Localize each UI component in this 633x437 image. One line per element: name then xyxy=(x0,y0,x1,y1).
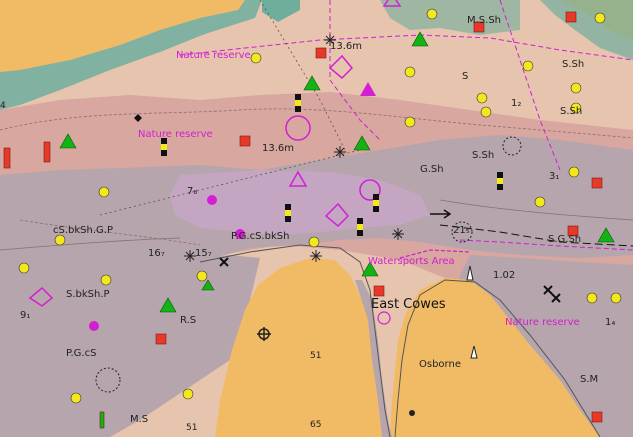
seabed-label: S.Sh xyxy=(472,150,495,161)
seabed-label: M.S.Sh xyxy=(467,15,502,26)
locality-label: Osborne xyxy=(419,359,461,370)
red-buoy-icon[interactable] xyxy=(239,135,251,147)
depth-label: 13.6m xyxy=(330,41,363,52)
height-label: 51 xyxy=(310,351,322,361)
yellow-buoy-icon[interactable] xyxy=(476,92,488,104)
seabed-label: S.Sh xyxy=(560,106,583,117)
seabed-label: cS.bkSh.G.P xyxy=(53,225,113,236)
height-label: 51 xyxy=(186,423,198,433)
yellow-buoy-icon[interactable] xyxy=(308,236,320,248)
seabed-label: P.G.cS.bkSh xyxy=(231,231,290,242)
depth-label: 7₈ xyxy=(187,186,198,197)
seabed-label: S.Sh xyxy=(562,59,585,70)
red-beacon-icon[interactable] xyxy=(3,147,11,169)
watersports-area-label: Watersports Area xyxy=(368,256,455,267)
green-beacon-icon[interactable] xyxy=(99,411,105,429)
yellow-buoy-icon[interactable] xyxy=(196,270,208,282)
depth-label: 1₂ xyxy=(511,98,522,109)
chart-base xyxy=(0,0,633,437)
light-flare-icon[interactable] xyxy=(89,321,99,331)
depth-label: 21₅ xyxy=(453,225,470,236)
yellow-buoy-icon[interactable] xyxy=(568,166,580,178)
yellow-buoy-icon[interactable] xyxy=(70,392,82,404)
depth-label: 15₇ xyxy=(195,248,212,259)
depth-label: 4 xyxy=(0,101,6,111)
red-buoy-icon[interactable] xyxy=(565,11,577,23)
depth-label: 3₁ xyxy=(549,171,560,182)
seabed-label: M.S xyxy=(130,414,149,425)
cardinal-mark-icon[interactable] xyxy=(295,94,301,112)
yellow-buoy-icon[interactable] xyxy=(54,234,66,246)
seabed-label: S.G.Sh xyxy=(548,234,582,245)
yellow-buoy-icon[interactable] xyxy=(182,388,194,400)
depth-label: 16₇ xyxy=(148,248,165,259)
cardinal-mark-icon[interactable] xyxy=(161,138,167,156)
cardinal-mark-icon[interactable] xyxy=(285,204,291,222)
yellow-buoy-icon[interactable] xyxy=(18,262,30,274)
red-beacon-icon[interactable] xyxy=(43,141,51,163)
depth-label: 9₁ xyxy=(20,310,31,321)
yellow-buoy-icon[interactable] xyxy=(610,292,622,304)
red-buoy-icon[interactable] xyxy=(315,47,327,59)
light-flare-icon[interactable] xyxy=(207,195,217,205)
nature-reserve-label: Nature reserve xyxy=(505,317,580,328)
red-buoy-icon[interactable] xyxy=(591,177,603,189)
yellow-buoy-icon[interactable] xyxy=(98,186,110,198)
height-label: 65 xyxy=(310,420,322,430)
red-buoy-icon[interactable] xyxy=(155,333,167,345)
depth-label: 1₄ xyxy=(605,317,616,328)
seabed-label: G.Sh xyxy=(420,164,444,175)
seabed-label: S xyxy=(462,71,469,82)
nautical-chart[interactable]: East Cowes Osborne Nature reserve Nature… xyxy=(0,0,633,437)
landmark-icon[interactable] xyxy=(409,410,415,416)
town-label: East Cowes xyxy=(371,297,446,312)
red-buoy-icon[interactable] xyxy=(591,411,603,423)
nature-reserve-label: Nature reserve xyxy=(176,50,251,61)
cardinal-mark-icon[interactable] xyxy=(497,172,503,190)
yellow-buoy-icon[interactable] xyxy=(404,66,416,78)
depth-label: 13.6m xyxy=(262,143,295,154)
yellow-buoy-icon[interactable] xyxy=(250,52,262,64)
yellow-buoy-icon[interactable] xyxy=(480,106,492,118)
depth-label: 1.02 xyxy=(493,270,516,281)
seabed-label: S.M xyxy=(580,374,599,385)
yellow-buoy-icon[interactable] xyxy=(534,196,546,208)
yellow-buoy-icon[interactable] xyxy=(570,82,582,94)
seabed-label: P.G.cS xyxy=(66,348,97,359)
yellow-buoy-icon[interactable] xyxy=(586,292,598,304)
yellow-buoy-icon[interactable] xyxy=(100,274,112,286)
red-buoy-icon[interactable] xyxy=(373,285,385,297)
yellow-buoy-icon[interactable] xyxy=(426,8,438,20)
yellow-buoy-icon[interactable] xyxy=(522,60,534,72)
cardinal-mark-icon[interactable] xyxy=(357,218,363,236)
seabed-label: R.S xyxy=(180,315,197,326)
seabed-label: S.bkSh.P xyxy=(66,289,110,300)
nature-reserve-label: Nature reserve xyxy=(138,129,213,140)
yellow-buoy-icon[interactable] xyxy=(404,116,416,128)
cardinal-mark-icon[interactable] xyxy=(373,194,379,212)
yellow-buoy-icon[interactable] xyxy=(594,12,606,24)
